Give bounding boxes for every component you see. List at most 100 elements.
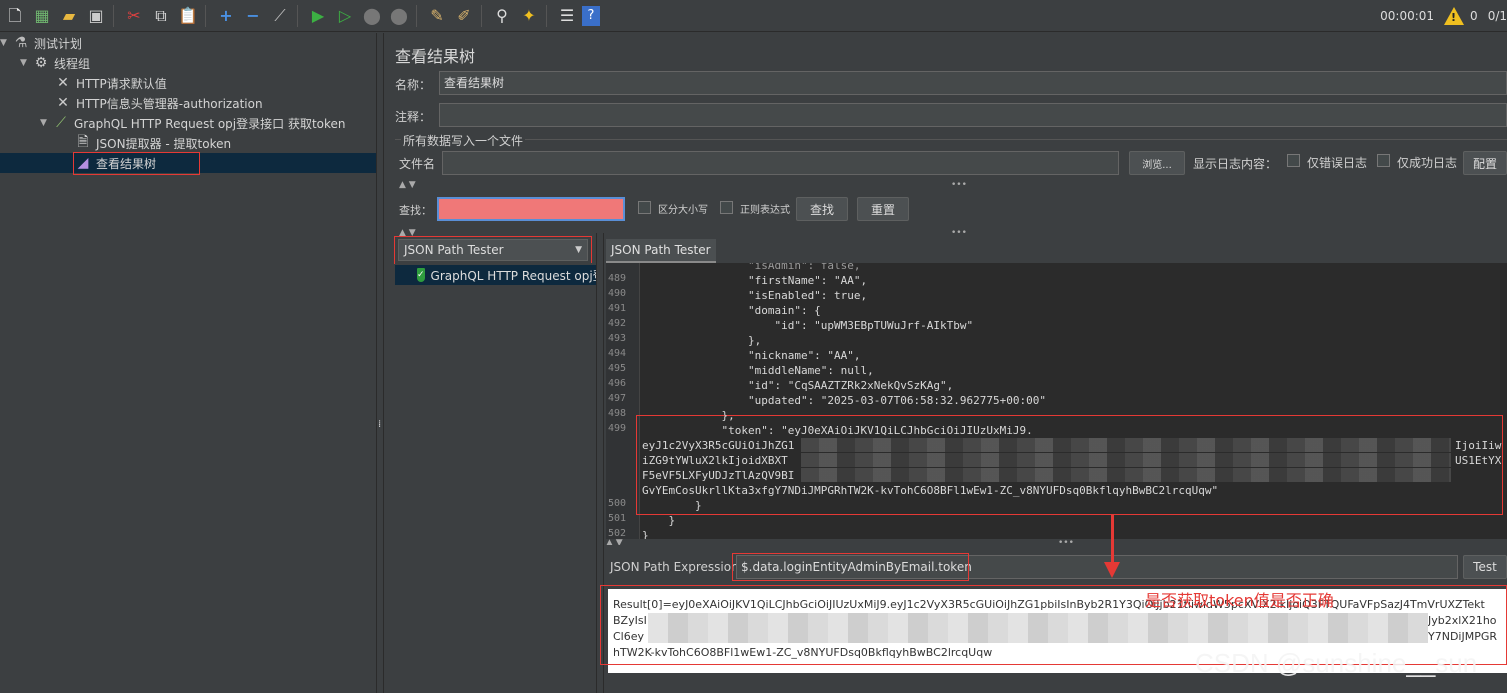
thread-count: 0/1 bbox=[1487, 9, 1507, 23]
page-title: 查看结果树 bbox=[395, 47, 476, 66]
flask-icon: ⚗ bbox=[14, 35, 28, 51]
tree-item-test-plan[interactable]: ▼ ⚗ 测试计划 bbox=[0, 33, 82, 53]
group-border bbox=[395, 139, 1507, 140]
collapse-arrow-icon[interactable]: ▼ bbox=[0, 38, 12, 48]
main-toolbar: 🗋 ▦ ▰ ▣ ✂ ⧉ 📋 + − ⟋ ▶ ▷ ⬤ ⬤ ✎ ✐ ⚲ ✦ ☰ ? … bbox=[0, 0, 1507, 32]
log-content-label: 显示日志内容： bbox=[1193, 157, 1278, 171]
tree-item-label: 线程组 bbox=[54, 56, 91, 71]
toolbar-separator bbox=[546, 4, 547, 27]
tree-item-header-manager[interactable]: ✕ HTTP信息头管理器-authorization bbox=[54, 93, 263, 113]
start-no-pause-icon[interactable]: ▷ bbox=[333, 4, 357, 28]
function-helper-icon[interactable]: ☰ bbox=[555, 4, 579, 28]
errors-only-label: 仅错误日志 bbox=[1307, 156, 1368, 170]
browse-button[interactable]: 浏览... bbox=[1129, 151, 1185, 175]
vertical-splitter[interactable]: ⁞ bbox=[376, 33, 384, 693]
search-input[interactable] bbox=[437, 197, 625, 221]
search-icon[interactable]: ⚲ bbox=[490, 4, 514, 28]
code-line: "nickname": "AA", bbox=[642, 349, 861, 362]
expand-icon[interactable]: + bbox=[214, 4, 238, 28]
divider-arrows[interactable]: ▲ ▼ ••• bbox=[399, 181, 1507, 190]
tree-item-json-extractor[interactable]: 🗎 JSON提取器 - 提取token bbox=[74, 133, 231, 153]
code-line-wrapped: iZG9tYWluX2lkIjoidXBXT bbox=[642, 454, 788, 467]
collapse-arrow-icon[interactable]: ▼ bbox=[20, 58, 32, 68]
toolbar-separator bbox=[113, 4, 114, 27]
test-plan-tree: ▼ ⚗ 测试计划 ▼ ⚙ 线程组 ✕ HTTP请求默认值 ✕ HTTP信息头管理… bbox=[0, 33, 376, 693]
wrench-icon: ✕ bbox=[57, 75, 69, 91]
code-line: } bbox=[642, 514, 676, 527]
tree-item-label: 测试计划 bbox=[34, 36, 83, 51]
pipette-icon: ⟋ bbox=[56, 115, 66, 131]
code-line: } bbox=[642, 499, 702, 512]
tree-item-thread-group[interactable]: ▼ ⚙ 线程组 bbox=[20, 53, 90, 73]
clear-icon[interactable]: ✎ bbox=[425, 4, 449, 28]
tree-item-http-defaults[interactable]: ✕ HTTP请求默认值 bbox=[54, 73, 167, 93]
stop-icon[interactable]: ⬤ bbox=[360, 4, 384, 28]
toggle-icon[interactable]: ⟋ bbox=[268, 4, 292, 28]
line-number: 496 bbox=[608, 378, 627, 389]
line-number: 501 bbox=[608, 513, 627, 524]
tree-item-label: GraphQL HTTP Request opj登录接口 获取token bbox=[74, 116, 346, 131]
code-line: "id": "CqSAAZTZRk2xNekQvSzKAg", bbox=[642, 379, 954, 392]
line-number: 499 bbox=[608, 423, 627, 434]
line-number: 490 bbox=[608, 288, 627, 299]
errors-only-checkbox[interactable] bbox=[1287, 154, 1300, 167]
name-input[interactable]: 查看结果树 bbox=[439, 71, 1507, 95]
filename-input[interactable] bbox=[442, 151, 1119, 175]
configure-button[interactable]: 配置 bbox=[1463, 151, 1507, 175]
new-icon[interactable]: 🗋 bbox=[3, 4, 27, 28]
line-number: 492 bbox=[608, 318, 627, 329]
tab-json-path-tester[interactable]: JSON Path Tester bbox=[606, 239, 716, 263]
code-line: "isEnabled": true, bbox=[642, 289, 868, 302]
line-number: 493 bbox=[608, 333, 627, 344]
open-icon[interactable]: ▰ bbox=[57, 4, 81, 28]
save-icon[interactable]: ▣ bbox=[84, 4, 108, 28]
highlight-box bbox=[732, 553, 969, 581]
line-number: 500 bbox=[608, 498, 627, 509]
reset-button[interactable]: 重置 bbox=[857, 197, 909, 221]
code-line-fragment: IjoiIiw bbox=[1455, 439, 1502, 452]
comment-input[interactable] bbox=[439, 103, 1507, 127]
cut-icon[interactable]: ✂ bbox=[122, 4, 146, 28]
success-only-label: 仅成功日志 bbox=[1397, 156, 1458, 170]
warning-icon[interactable]: ! bbox=[1444, 7, 1465, 25]
help-icon[interactable]: ? bbox=[582, 5, 600, 26]
line-number: 489 bbox=[608, 273, 627, 284]
code-line: "token": "eyJ0eXAiOiJKV1QiLCJhbGciOiJIUz… bbox=[642, 424, 1033, 437]
clear-all-icon[interactable]: ✐ bbox=[452, 4, 476, 28]
regex-checkbox[interactable] bbox=[720, 201, 733, 214]
toolbar-separator bbox=[205, 4, 206, 27]
test-button[interactable]: Test bbox=[1463, 555, 1507, 579]
file-group-label: 所有数据写入一个文件 bbox=[401, 132, 526, 149]
result-tree-panel: 查看结果树 名称： 查看结果树 注释： 所有数据写入一个文件 文件名 浏览...… bbox=[385, 33, 1507, 693]
toolbar-separator bbox=[297, 4, 298, 27]
response-editor[interactable]: "isAdmin": false, 489 "firstName": "AA",… bbox=[606, 263, 1507, 539]
case-sensitive-checkbox[interactable] bbox=[638, 201, 651, 214]
code-line: "firstName": "AA", bbox=[642, 274, 868, 287]
highlight-box bbox=[73, 152, 200, 175]
copy-icon[interactable]: ⧉ bbox=[149, 4, 173, 28]
wrench-icon: ✕ bbox=[57, 95, 69, 111]
success-only-checkbox[interactable] bbox=[1377, 154, 1390, 167]
collapse-arrow-icon[interactable]: ▼ bbox=[40, 118, 52, 128]
find-button[interactable]: 查找 bbox=[796, 197, 848, 221]
search-label: 查找： bbox=[399, 204, 432, 217]
code-line: } bbox=[642, 529, 649, 539]
start-icon[interactable]: ▶ bbox=[306, 4, 330, 28]
tree-item-graphql-request[interactable]: ▼ ⟋ GraphQL HTTP Request opj登录接口 获取token bbox=[40, 113, 346, 133]
comment-label: 注释： bbox=[395, 110, 432, 124]
collapse-icon[interactable]: − bbox=[241, 4, 265, 28]
elapsed-time: 00:00:01 bbox=[1380, 9, 1435, 23]
list-item[interactable]: ✓ GraphQL HTTP Request opj登 bbox=[395, 265, 596, 285]
code-line: "id": "upWM3EBpTUWuJrf-AIkTbw" bbox=[642, 319, 974, 332]
status-area: 00:00:01 ! 0 0/1 bbox=[1380, 0, 1507, 32]
tree-item-label: HTTP信息头管理器-authorization bbox=[76, 96, 263, 111]
reset-search-icon[interactable]: ✦ bbox=[517, 4, 541, 28]
line-number: 494 bbox=[608, 348, 627, 359]
partial-line: "isAdmin": false, bbox=[642, 263, 861, 272]
redaction-blur bbox=[801, 468, 1451, 482]
templates-icon[interactable]: ▦ bbox=[30, 4, 54, 28]
shutdown-icon[interactable]: ⬤ bbox=[387, 4, 411, 28]
code-line-wrapped: F5eVF5LXFyUDJzTlAzQV9BI bbox=[642, 469, 795, 482]
paste-icon[interactable]: 📋 bbox=[176, 4, 200, 28]
tree-item-label: JSON提取器 - 提取token bbox=[96, 136, 232, 151]
